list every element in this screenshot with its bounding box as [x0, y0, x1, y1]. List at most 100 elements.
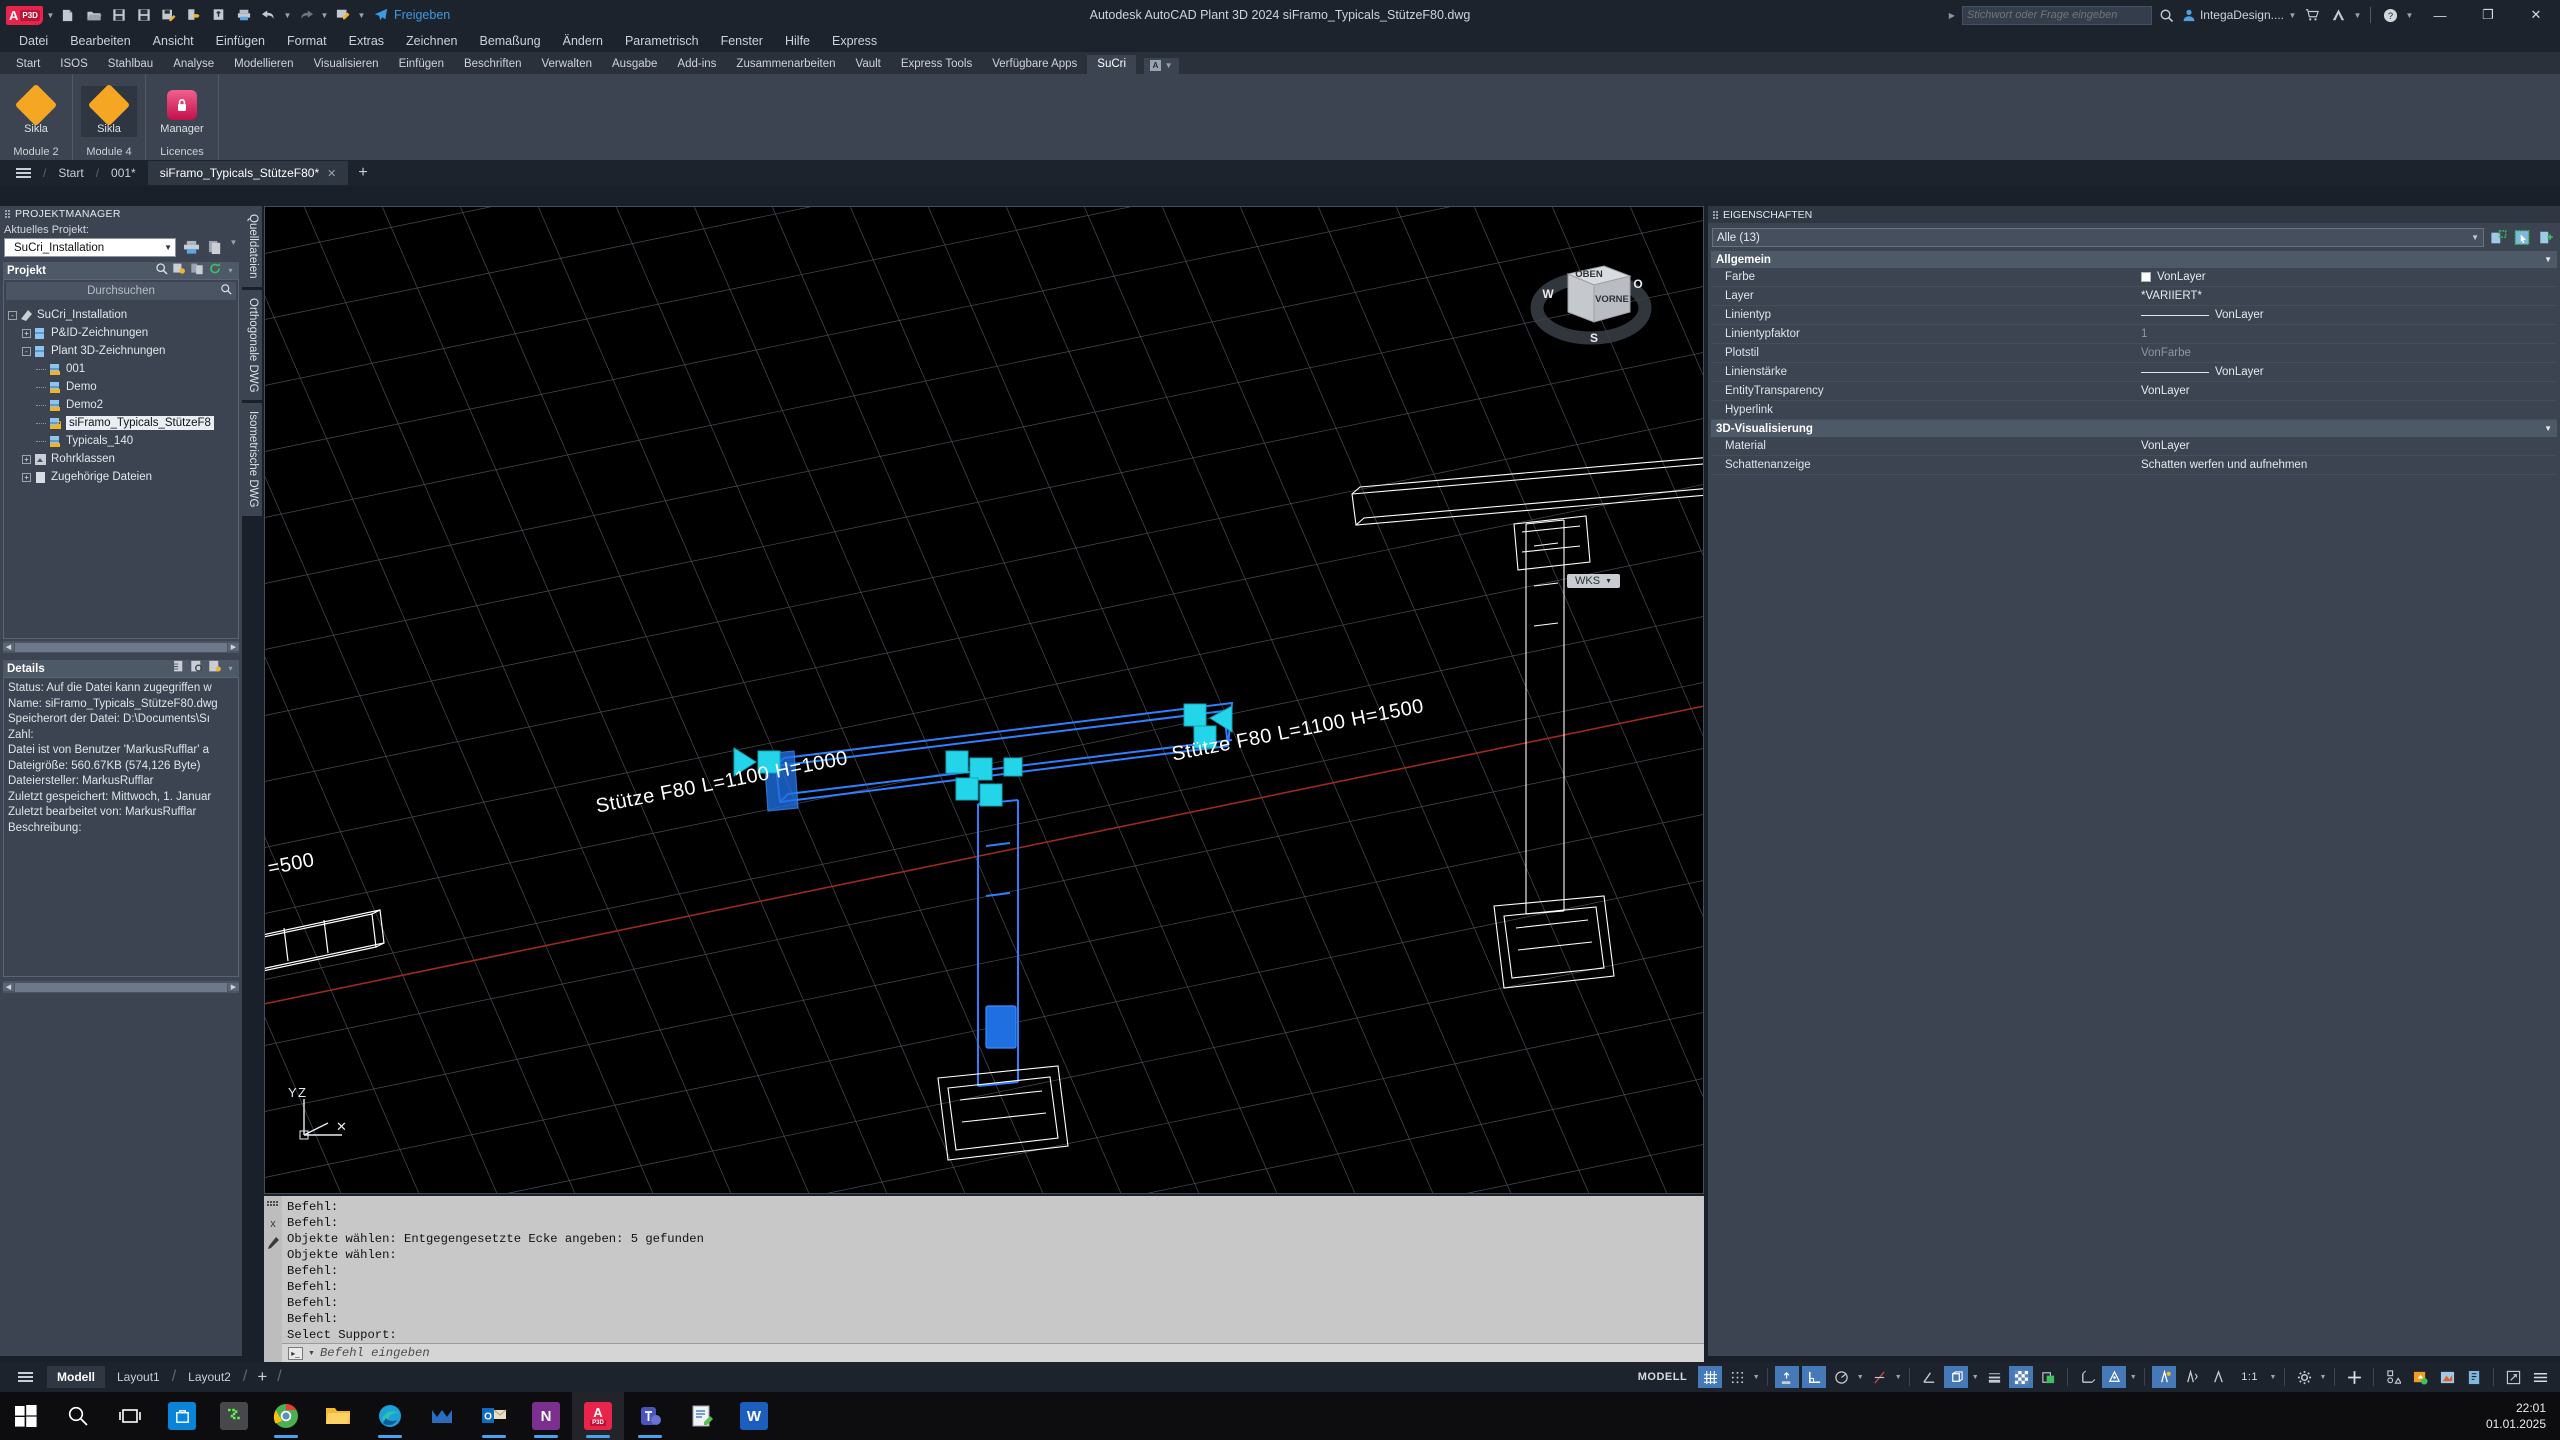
chevron-down-icon[interactable]: ▼ [2353, 11, 2362, 20]
property-group-3d-visualisierung[interactable]: 3D-Visualisierung ▼ [1711, 420, 2557, 437]
ribbon-tab-express-tools[interactable]: Express Tools [891, 55, 982, 74]
menu-item-bema-ung[interactable]: Bemaßung [468, 32, 551, 50]
application-menu-button[interactable]: A P3D [6, 5, 43, 25]
chevron-down-icon[interactable]: ▼ [2405, 11, 2414, 20]
ribbon-tab-sucri[interactable]: SuCri [1087, 55, 1137, 74]
tree-item-plant-3d-zeichnungen[interactable]: - Plant 3D-Zeichnungen [8, 342, 238, 360]
property-row-farbe[interactable]: Farbe VonLayer [1711, 268, 2557, 287]
menu-item-fenster[interactable]: Fenster [710, 32, 774, 50]
drawing-canvas[interactable] [264, 206, 1704, 1194]
property-group-allgemein[interactable]: Allgemein ▼ [1711, 251, 2557, 268]
menu-item-ansicht[interactable]: Ansicht [142, 32, 205, 50]
menu-item-zeichnen[interactable]: Zeichnen [395, 32, 468, 50]
ribbon-tab-einf-gen[interactable]: Einfügen [389, 55, 454, 74]
ribbon-tab-start[interactable]: Start [6, 55, 50, 74]
file-explorer-icon[interactable] [312, 1392, 364, 1440]
ribbon-tab-add-ins[interactable]: Add-ins [667, 55, 726, 74]
search-icon[interactable] [2156, 4, 2178, 26]
ribbon-tab-analyse[interactable]: Analyse [163, 55, 224, 74]
property-row-linientypfaktor[interactable]: Linientypfaktor 1 [1711, 325, 2557, 344]
property-value[interactable]: Schatten werfen und aufnehmen [2141, 459, 2557, 471]
ribbon-tab-vault[interactable]: Vault [846, 55, 891, 74]
drawing-status-icon[interactable] [2462, 1366, 2486, 1388]
tree-item-001[interactable]: 001 [8, 360, 238, 378]
clean-screen-icon[interactable] [2501, 1366, 2525, 1388]
property-row-schattenanzeige[interactable]: Schattenanzeige Schatten werfen und aufne… [1711, 456, 2557, 475]
property-row-layer[interactable]: Layer *VARIIERT* [1711, 287, 2557, 306]
word-icon[interactable]: W [728, 1392, 780, 1440]
plot-icon[interactable] [233, 4, 255, 26]
menu-item-bearbeiten[interactable]: Bearbeiten [59, 32, 141, 50]
autocad-plant3d-icon[interactable]: A P3D [572, 1392, 624, 1440]
chevron-down-icon[interactable]: ▼ [308, 1350, 315, 1357]
3d-object-snap-icon[interactable] [1944, 1366, 1969, 1388]
property-row-linienst-rke[interactable]: Linienstärke VonLayer [1711, 363, 2557, 382]
isolate-objects-icon[interactable] [2381, 1366, 2405, 1388]
chevron-down-icon[interactable]: ▼ [2544, 255, 2552, 264]
expand-icon[interactable]: + [22, 328, 31, 338]
chevron-down-icon[interactable]: ▾ [226, 266, 235, 275]
tree-item-siframo-typicals-st-tzef8[interactable]: siFramo_Typicals_StützeF8 [8, 414, 238, 432]
chevron-down-icon[interactable]: ▼ [2129, 1374, 2137, 1381]
store-icon[interactable] [156, 1392, 208, 1440]
project-tree-hscrollbar[interactable]: ◀ ▶ [3, 641, 239, 653]
property-value[interactable]: VonLayer [2141, 271, 2557, 283]
mendeley-icon[interactable] [416, 1392, 468, 1440]
object-snap-tracking-icon[interactable] [1867, 1366, 1891, 1388]
ribbon-button-sikla[interactable]: Sikla [8, 83, 64, 137]
scroll-right-icon[interactable]: ▶ [228, 983, 239, 991]
tree-item-demo2[interactable]: Demo2 [8, 396, 238, 414]
drawing-viewport[interactable]: Stütze F80 L=1100 H=1000 Stütze F80 L=11… [264, 206, 1704, 1194]
cloud-save-icon[interactable] [208, 4, 230, 26]
refresh-icon[interactable] [208, 262, 222, 280]
drag-grip-icon[interactable] [5, 209, 10, 218]
redo-icon[interactable] [295, 4, 317, 26]
file-tab-menu-icon[interactable] [4, 168, 43, 178]
search-icon[interactable] [220, 282, 232, 300]
open-folder-icon[interactable] [83, 4, 105, 26]
ribbon-button-manager[interactable]: Manager [154, 86, 210, 137]
chevron-down-icon[interactable]: ▼ [46, 11, 55, 20]
infer-constraints-icon[interactable] [1775, 1366, 1800, 1388]
scrollbar-thumb[interactable] [15, 982, 227, 992]
tree-item-demo[interactable]: Demo [8, 378, 238, 396]
chevron-down-icon[interactable]: ▼ [164, 243, 172, 252]
cart-icon[interactable] [2301, 4, 2323, 26]
object-snap-icon[interactable] [1917, 1366, 1941, 1388]
current-project-combo[interactable]: SuCri_Installation ▼ [4, 238, 176, 257]
side-tab-isometrische-dwg[interactable]: Isometrische DWG [242, 403, 262, 516]
chevron-down-icon[interactable]: ▼ [229, 238, 238, 257]
collapse-icon[interactable]: - [8, 310, 17, 320]
layout-tab-layout2[interactable]: Layout2 [178, 1366, 241, 1388]
customization-icon[interactable] [2528, 1366, 2552, 1388]
save-annotate-icon[interactable] [158, 4, 180, 26]
transparency-icon[interactable] [2009, 1366, 2034, 1388]
space-indicator[interactable]: MODELL [1630, 1371, 1695, 1383]
redo-dropdown-icon[interactable]: ▼ [320, 11, 329, 20]
layout-tab-modell[interactable]: Modell [47, 1366, 105, 1388]
layout-menu-icon[interactable] [6, 1372, 45, 1382]
share-button[interactable]: Freigeben [373, 8, 450, 22]
details-hscrollbar[interactable]: ◀ ▶ [3, 981, 239, 993]
expand-icon[interactable]: + [22, 472, 31, 482]
project-search-box[interactable]: Durchsuchen [6, 282, 236, 300]
chevron-down-icon[interactable]: ▼ [2471, 233, 2479, 242]
ribbon-tab-beschriften[interactable]: Beschriften [454, 55, 532, 74]
chevron-down-icon[interactable]: ▼ [1894, 1374, 1902, 1381]
file-tab-siframo-typicals[interactable]: siFramo_Typicals_StützeF80* ✕ [147, 161, 349, 185]
dynamic-ucs-icon[interactable] [2075, 1366, 2099, 1388]
property-value[interactable]: VonLayer [2141, 366, 2557, 378]
quick-select-icon[interactable] [2488, 228, 2508, 247]
search-input[interactable] [1966, 9, 2147, 21]
selection-cycling-icon[interactable] [2036, 1366, 2060, 1388]
lineweight-icon[interactable] [1982, 1366, 2006, 1388]
snake-app-icon[interactable] [208, 1392, 260, 1440]
property-value[interactable]: *VARIIERT* [2141, 290, 2557, 302]
view-cube[interactable]: OBEN VORNE W O S [1526, 236, 1652, 356]
copy-drawings-icon[interactable] [205, 238, 225, 257]
command-prompt-icon[interactable]: ▸_ [288, 1346, 303, 1360]
ribbon-button-sikla[interactable]: Sikla [81, 83, 137, 137]
close-button[interactable]: ✕ [2514, 0, 2558, 30]
start-button-icon[interactable] [0, 1392, 52, 1440]
ucs-selector[interactable]: WKS ▼ [1567, 574, 1620, 588]
